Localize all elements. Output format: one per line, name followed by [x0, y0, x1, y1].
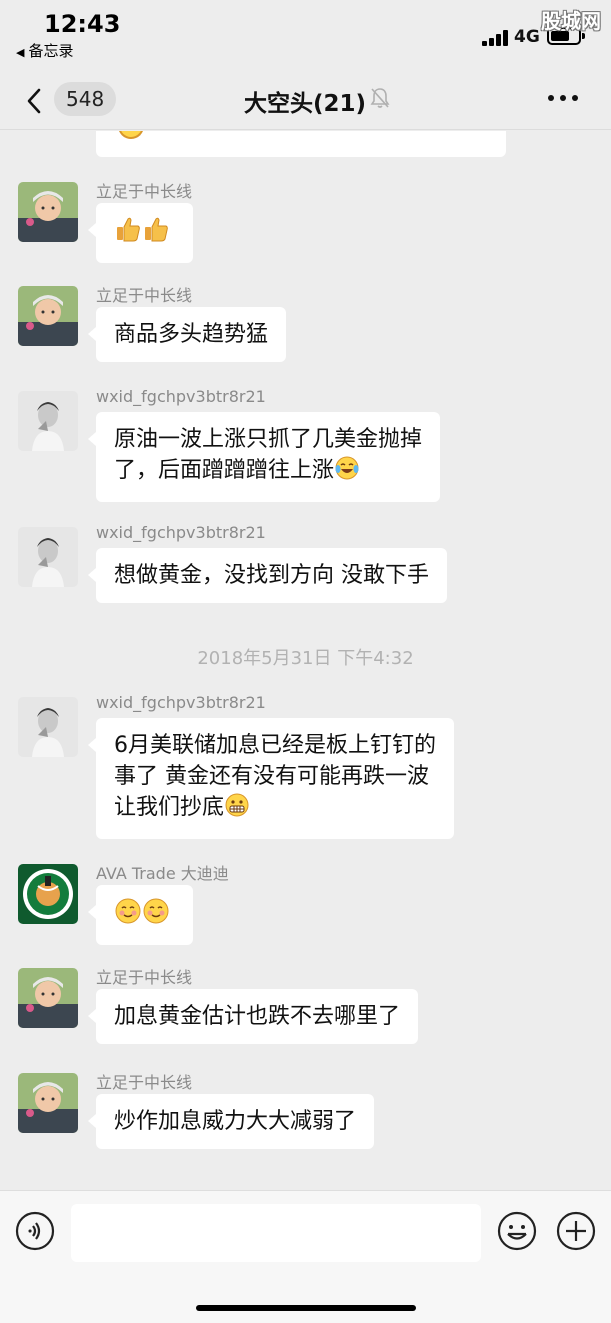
message-text: 加息黄金估计也跌不去哪里了 [114, 1004, 401, 1029]
sender-name: wxid_fgchpv3btr8r21 [96, 693, 266, 712]
sender-name: wxid_fgchpv3btr8r21 [96, 523, 266, 542]
unread-count-badge: 548 [54, 82, 117, 116]
chat-title: 大空头(21) [244, 91, 367, 117]
message-bubble[interactable]: 原油一波上涨只抓了几美金抛掉 了，后面蹭蹭蹭往上涨 [87, 412, 441, 502]
more-options-icon[interactable] [548, 95, 580, 103]
more-functions-button[interactable] [556, 1211, 596, 1251]
message-list[interactable]: 立足于中长线 立足于中长线 商品多头趋势猛 wxid_fgchpv3btr8r2… [0, 131, 611, 1190]
thumbs-up-icon [114, 215, 142, 252]
message-bubble[interactable]: 炒作加息威力大大减弱了 [87, 1094, 375, 1149]
message-bubble[interactable]: 加息黄金估计也跌不去哪里了 [87, 989, 419, 1044]
smiley-icon [497, 1211, 537, 1251]
sender-name: 立足于中长线 [96, 182, 193, 201]
message-text: 炒作加息威力大大减弱了 [114, 1109, 357, 1134]
sender-name: 立足于中长线 [96, 1073, 193, 1092]
status-bar: 12:43 ◀ 备忘录 4G 股城网 [0, 0, 611, 70]
avatar-child-photo[interactable] [18, 1073, 78, 1133]
blush-emoji-icon [114, 897, 142, 934]
message-text: 让我们抄底 [114, 795, 225, 820]
avatar-man-photo[interactable] [18, 697, 78, 757]
back-triangle-icon: ◀ [16, 46, 25, 59]
avatar-man-photo[interactable] [18, 391, 78, 451]
avatar-child-photo[interactable] [18, 286, 78, 346]
chevron-left-icon [27, 88, 41, 114]
voice-icon [15, 1211, 55, 1251]
network-type: 4G [514, 27, 540, 47]
blush-emoji-icon [142, 897, 170, 934]
cellular-signal-icon [482, 30, 510, 46]
avatar-man-photo[interactable] [18, 527, 78, 587]
emoji-picker-button[interactable] [497, 1211, 537, 1251]
back-to-app-label: 备忘录 [28, 42, 74, 60]
tears-of-joy-icon [334, 455, 360, 490]
message-input[interactable] [71, 1204, 481, 1262]
message-bubble[interactable]: 商品多头趋势猛 [87, 307, 287, 362]
message-text: 了，后面蹭蹭蹭往上涨 [114, 458, 335, 483]
message-text: 原油一波上涨只抓了几美金抛掉 [114, 427, 423, 452]
message-text: 6月美联储加息已经是板上钉钉的 [114, 733, 436, 758]
avatar-celtics-logo[interactable] [18, 864, 78, 924]
wechat-group-chat-screen: 12:43 ◀ 备忘录 4G 股城网 548 大空头(21) 立足于中长线 立足… [0, 0, 611, 1323]
message-bubble[interactable]: 想做黄金，没找到方向 没敢下手 [88, 548, 447, 603]
message-text: 想做黄金，没找到方向 没敢下手 [114, 563, 429, 588]
watermark: 股城网 [541, 9, 601, 33]
voice-input-button[interactable] [15, 1211, 55, 1251]
message-bubble[interactable] [88, 203, 193, 263]
sender-name: AVA Trade 大迪迪 [96, 864, 229, 883]
mute-bell-icon [370, 88, 390, 108]
status-time: 12:43 [44, 10, 121, 38]
message-input-bar [0, 1190, 611, 1323]
sender-name: 立足于中长线 [96, 286, 193, 305]
chat-navigation-bar: 548 大空头(21) [0, 70, 611, 130]
message-text: 事了 黄金还有没有可能再跌一波 [114, 764, 429, 789]
avatar-child-photo[interactable] [18, 968, 78, 1028]
message-bubble[interactable]: 6月美联储加息已经是板上钉钉的 事了 黄金还有没有可能再跌一波 让我们抄底 [88, 718, 454, 839]
back-button[interactable]: 548 [26, 82, 120, 118]
avatar-child-photo[interactable] [18, 182, 78, 242]
sender-name: wxid_fgchpv3btr8r21 [96, 387, 266, 406]
plus-icon [556, 1211, 596, 1251]
home-indicator [196, 1305, 416, 1311]
thumbs-up-icon [142, 215, 170, 252]
message-bubble[interactable] [88, 885, 193, 945]
message-text: 商品多头趋势猛 [114, 322, 269, 347]
cut-off-message-bubble [96, 131, 506, 157]
grimace-emoji-icon [224, 792, 250, 827]
back-to-app-link[interactable]: ◀ 备忘录 [16, 40, 73, 61]
sender-name: 立足于中长线 [96, 968, 193, 987]
message-timestamp: 2018年5月31日 下午4:32 [197, 648, 414, 669]
